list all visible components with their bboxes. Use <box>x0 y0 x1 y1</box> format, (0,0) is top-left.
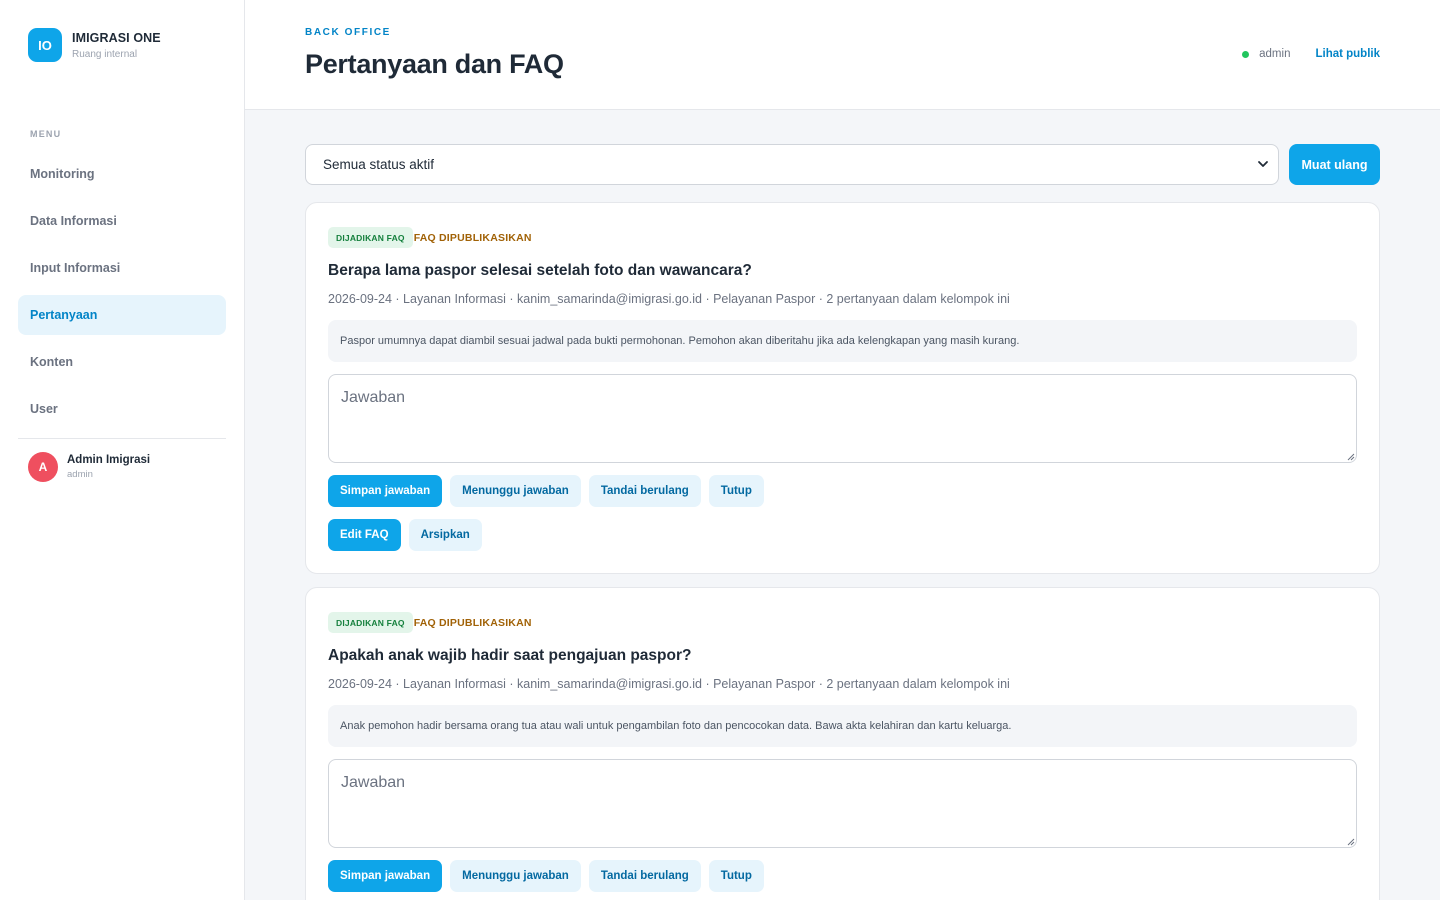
mark-duplicate-button[interactable]: Tandai berulang <box>588 475 701 507</box>
question-title: Berapa lama paspor selesai setelah foto … <box>328 262 752 279</box>
close-question-button[interactable]: Tutup <box>708 475 764 507</box>
sidebar-nav: Monitoring Data Informasi Input Informas… <box>18 154 226 436</box>
question-description: Paspor umumnya dapat diambil sesuai jadw… <box>328 320 1357 362</box>
section-eyebrow: BACK OFFICE <box>305 27 391 38</box>
avatar: A <box>28 452 58 482</box>
online-status-icon <box>1242 50 1250 58</box>
sidebar: IO IMIGRASI ONE Ruang internal MENU Moni… <box>0 0 245 900</box>
question-meta: 2026-09-24 · Layanan Informasi · kanim_s… <box>328 292 1010 306</box>
brand[interactable]: IO IMIGRASI ONE Ruang internal <box>28 28 161 62</box>
status-badge: FAQ DIPUBLIKASIKAN <box>413 231 532 244</box>
chevron-down-icon <box>1258 161 1268 167</box>
question-card: DIJADIKAN FAQ FAQ DIPUBLIKASIKAN Apakah … <box>305 587 1380 900</box>
current-user[interactable]: A Admin Imigrasi admin <box>28 452 150 482</box>
sidebar-item-data-informasi[interactable]: Data Informasi <box>18 201 226 241</box>
question-description: Anak pemohon hadir bersama orang tua ata… <box>328 705 1357 747</box>
question-meta: 2026-09-24 · Layanan Informasi · kanim_s… <box>328 677 1010 691</box>
page-title: Pertanyaan dan FAQ <box>305 49 564 79</box>
page-header: BACK OFFICE Pertanyaan dan FAQ admin Lih… <box>245 0 1440 110</box>
waiting-answer-button[interactable]: Menunggu jawaban <box>450 860 581 892</box>
resize-grip-icon[interactable] <box>1346 452 1355 461</box>
status-user: admin <box>1259 48 1291 60</box>
status-badge: FAQ DIPUBLIKASIKAN <box>413 616 532 629</box>
sidebar-item-konten[interactable]: Konten <box>18 342 226 382</box>
archive-button[interactable]: Arsipkan <box>408 519 482 551</box>
view-public-link[interactable]: Lihat publik <box>1315 48 1380 60</box>
status-filter-select[interactable]: Semua status aktif <box>305 144 1279 185</box>
mark-duplicate-button[interactable]: Tandai berulang <box>588 860 701 892</box>
user-name: Admin Imigrasi <box>67 454 151 466</box>
save-answer-button[interactable]: Simpan jawaban <box>328 475 443 507</box>
status-filter-value: Semua status aktif <box>323 157 435 172</box>
faq-actions: Edit FAQ Arsipkan <box>328 519 490 551</box>
resize-grip-icon[interactable] <box>1346 837 1355 846</box>
answer-input[interactable] <box>328 374 1357 463</box>
sidebar-item-pertanyaan[interactable]: Pertanyaan <box>18 295 226 335</box>
close-question-button[interactable]: Tutup <box>708 860 764 892</box>
sidebar-item-user[interactable]: User <box>18 389 226 429</box>
sidebar-item-monitoring[interactable]: Monitoring <box>18 154 226 194</box>
brand-logo: IO <box>28 28 62 62</box>
reload-button[interactable]: Muat ulang <box>1289 144 1380 185</box>
user-role: admin <box>67 469 93 480</box>
question-title: Apakah anak wajib hadir saat pengajuan p… <box>328 647 692 664</box>
edit-faq-button[interactable]: Edit FAQ <box>328 519 401 551</box>
question-card: DIJADIKAN FAQ FAQ DIPUBLIKASIKAN Berapa … <box>305 202 1380 574</box>
sidebar-divider <box>18 438 226 439</box>
answer-actions: Simpan jawaban Menunggu jawaban Tandai b… <box>328 475 772 507</box>
waiting-answer-button[interactable]: Menunggu jawaban <box>450 475 581 507</box>
brand-subtitle: Ruang internal <box>72 48 138 60</box>
brand-title: IMIGRASI ONE <box>72 30 161 45</box>
faq-badge: DIJADIKAN FAQ <box>328 612 413 633</box>
header-actions: admin Lihat publik <box>1242 48 1380 60</box>
answer-input[interactable] <box>328 759 1357 848</box>
save-answer-button[interactable]: Simpan jawaban <box>328 860 443 892</box>
sidebar-item-input-informasi[interactable]: Input Informasi <box>18 248 226 288</box>
faq-badge: DIJADIKAN FAQ <box>328 227 413 248</box>
answer-actions: Simpan jawaban Menunggu jawaban Tandai b… <box>328 860 772 892</box>
menu-label: MENU <box>30 129 62 139</box>
